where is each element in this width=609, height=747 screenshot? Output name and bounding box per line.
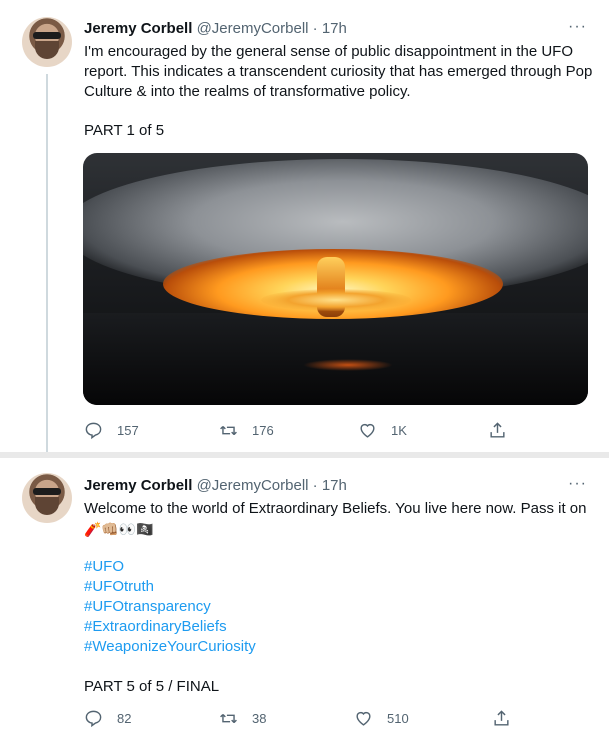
avatar[interactable] (22, 17, 72, 67)
tweet-text-line: I'm encouraged by the general sense of p… (84, 43, 573, 60)
more-icon[interactable]: ··· (568, 475, 587, 493)
tweet-emoji: 🧨👊🏼👀🏴‍☠️ (84, 521, 154, 537)
image-reflection (303, 359, 393, 371)
tweet-2[interactable]: Jeremy Corbell @JeremyCorbell · 17h ··· … (0, 458, 609, 747)
hashtag-list: #UFO #UFOtruth #UFOtransparency #Extraor… (84, 557, 256, 657)
avatar-glasses (33, 488, 61, 495)
retweet-count: 38 (252, 711, 267, 726)
like-count: 510 (387, 711, 409, 726)
like-icon (360, 423, 375, 438)
reply-icon (85, 422, 102, 440)
more-icon[interactable]: ··· (568, 18, 587, 36)
avatar[interactable] (22, 473, 72, 523)
retweet-button[interactable]: 38 (219, 709, 266, 728)
author-name[interactable]: Jeremy Corbell (84, 477, 192, 494)
tweet-1[interactable]: Jeremy Corbell @JeremyCorbell · 17h ··· … (0, 0, 609, 452)
tweet-image-mushroom-cloud[interactable] (83, 153, 588, 405)
avatar-glasses (33, 32, 61, 39)
tweet-time[interactable]: 17h (322, 20, 347, 37)
tweet-text-line: Culture & into the realms of transformat… (84, 83, 411, 100)
tweet-time[interactable]: 17h (322, 477, 347, 494)
hashtag-link[interactable]: #WeaponizeYourCuriosity (84, 637, 256, 657)
tweet-actions: 157 176 1K (84, 421, 514, 441)
reply-count: 82 (117, 711, 132, 726)
hashtag-link[interactable]: #UFOtransparency (84, 597, 256, 617)
share-button[interactable] (488, 421, 507, 443)
author-handle[interactable]: @JeremyCorbell (197, 20, 309, 37)
hashtag-link[interactable]: #UFO (84, 557, 256, 577)
share-icon (494, 710, 509, 726)
reply-button[interactable]: 157 (84, 421, 139, 440)
author-name[interactable]: Jeremy Corbell (84, 20, 192, 37)
avatar-beard (35, 497, 59, 515)
hashtag-link[interactable]: #ExtraordinaryBeliefs (84, 617, 256, 637)
tweet-actions: 82 38 510 (84, 709, 514, 729)
tweet-header: Jeremy Corbell @JeremyCorbell · 17h (84, 20, 347, 37)
tweet-header: Jeremy Corbell @JeremyCorbell · 17h (84, 477, 347, 494)
share-icon (490, 422, 505, 438)
like-icon (356, 711, 371, 726)
tweet-text-line: report. This indicates a transcendent cu… (84, 63, 593, 80)
tweet-part-label: PART 1 of 5 (84, 122, 165, 139)
reply-count: 157 (117, 423, 139, 438)
like-count: 1K (391, 423, 407, 438)
like-button[interactable]: 510 (354, 709, 409, 728)
reply-icon (85, 710, 102, 728)
like-button[interactable]: 1K (358, 421, 407, 440)
hashtag-link[interactable]: #UFOtruth (84, 577, 256, 597)
tweet-text: I'm encouraged by the general sense of p… (84, 42, 594, 102)
avatar-beard (35, 41, 59, 59)
image-base (261, 289, 411, 311)
thread-line (46, 74, 48, 452)
retweet-count: 176 (252, 423, 274, 438)
retweet-icon (220, 426, 237, 435)
retweet-button[interactable]: 176 (219, 421, 274, 440)
tweet-text: Welcome to the world of Extraordinary Be… (84, 500, 587, 517)
tweet-part-label: PART 5 of 5 / FINAL (84, 678, 220, 695)
share-button[interactable] (492, 709, 511, 731)
retweet-icon (220, 714, 237, 723)
author-handle[interactable]: @JeremyCorbell (197, 477, 309, 494)
reply-button[interactable]: 82 (84, 709, 131, 728)
